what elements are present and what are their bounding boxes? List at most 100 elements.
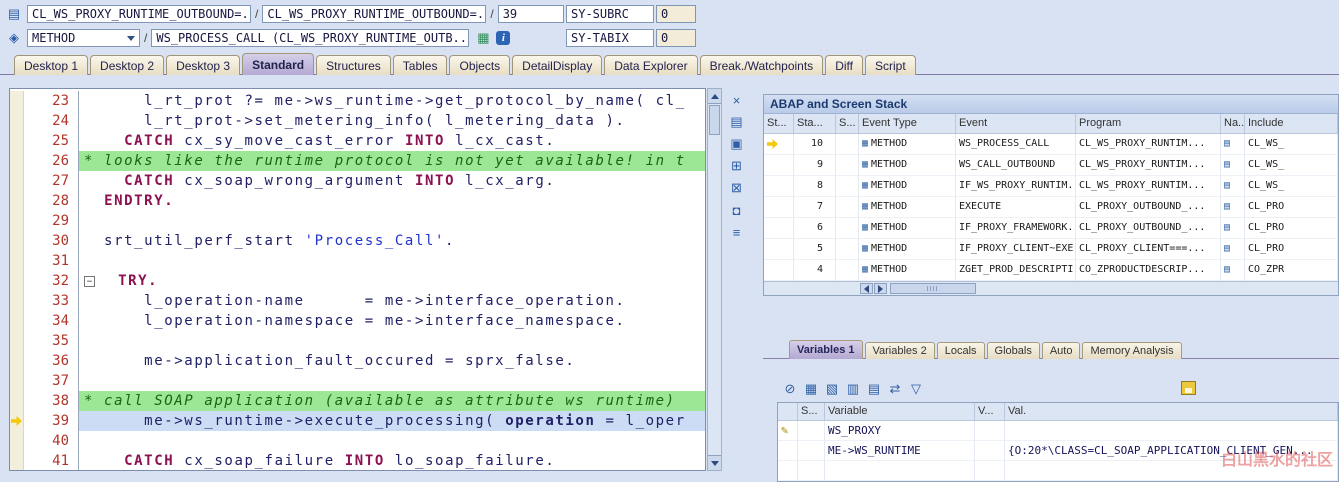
tab-desktop-1[interactable]: Desktop 1 [14,55,89,75]
code-line[interactable]: 32− TRY. [10,271,705,291]
tab-locals[interactable]: Locals [936,342,985,359]
tab-structures[interactable]: Structures [316,55,391,75]
breakpoint-margin[interactable] [10,251,24,271]
include-nav-icon[interactable]: ▤ [1224,260,1230,280]
table-contents-icon[interactable]: ▦ [475,30,491,46]
tab-standard[interactable]: Standard [242,53,315,75]
code-line[interactable]: 36 me->application_fault_occured = sprx_… [10,351,705,371]
code-line[interactable]: 33 l_operation-name = me->interface_oper… [10,291,705,311]
code-line[interactable]: 40 [10,431,705,451]
code-line[interactable]: 37 [10,371,705,391]
tab-memory-analysis[interactable]: Memory Analysis [1082,342,1182,359]
breakpoint-margin[interactable] [10,271,24,291]
variable-row[interactable]: ✎ WS_PROXY [778,421,1338,441]
tab-script[interactable]: Script [864,55,916,75]
code-line[interactable]: 25 CATCH cx_sy_move_cast_error INTO l_cx… [10,131,705,151]
code-line[interactable]: 23 l_rt_prot ?= me->ws_runtime->get_prot… [10,91,705,111]
tab-data-explorer[interactable]: Data Explorer [604,55,698,75]
breakpoint-margin[interactable] [10,411,24,431]
stack-row[interactable]: 4▦METHODZGET_PROD_DESCRIPTI...CO_ZPRODUC… [764,260,1338,281]
fold-marker[interactable]: − [84,275,95,287]
code-line[interactable]: 28 ENDTRY. [10,191,705,211]
breakpoint-margin[interactable] [10,331,24,351]
swap-icon[interactable]: ⇄ [886,381,904,397]
class-field-2[interactable]: CL_WS_PROXY_RUNTIME_OUTBOUND=... [262,5,487,23]
include-nav-icon[interactable]: ▤ [1224,134,1230,154]
delete-icon[interactable]: ⊘ [781,381,799,397]
table-view-icon[interactable]: ▦ [802,381,820,397]
code-line[interactable]: 41 CATCH cx_soap_failure INTO lo_soap_fa… [10,451,705,470]
scroll-right-button[interactable] [874,283,887,294]
include-nav-icon[interactable]: ▤ [1224,176,1230,196]
include-nav-icon[interactable]: ▤ [1224,155,1230,175]
save-layout-icon[interactable] [1181,381,1196,395]
stack-row[interactable]: 8 ▦ METHOD IF_WS_PROXY_RUNTIM... CL_WS_PROXY… [764,176,1338,197]
tab-variables-2[interactable]: Variables 2 [864,342,935,359]
stack-row[interactable]: 5▦METHODIF_PROXY_CLIENT~EXE...CL_PROXY_C… [764,239,1338,260]
code-line[interactable]: 35 [10,331,705,351]
table-save-icon[interactable]: ▥ [844,381,862,397]
close-icon[interactable]: × [728,92,745,108]
scrollbar-thumb[interactable] [709,105,720,135]
code-line[interactable]: 31 [10,251,705,271]
breakpoint-margin[interactable] [10,351,24,371]
stack-row[interactable]: 7 ▦ METHOD EXECUTE CL_PROXY_OUTBOUND_... ▤ CL_… [764,197,1338,218]
code-line[interactable]: 26 * looks like the runtime protocol is n… [10,151,705,171]
breakpoint-margin[interactable] [10,431,24,451]
code-line[interactable]: 38 * call SOAP application (available as … [10,391,705,411]
tab-detaildisplay[interactable]: DetailDisplay [512,55,603,75]
table-edit-icon[interactable]: ▧ [823,381,841,397]
tab-objects[interactable]: Objects [449,55,511,75]
tab-diff[interactable]: Diff [825,55,863,75]
code-line[interactable]: 24 l_rt_prot->set_metering_info( l_meter… [10,111,705,131]
include-nav-icon[interactable]: ▤ [1224,197,1230,217]
dropdown-arrow-icon[interactable] [127,35,135,41]
code-line[interactable]: 27 CATCH cx_soap_wrong_argument INTO l_c… [10,171,705,191]
info-icon[interactable]: i [496,31,511,45]
tab-variables-1[interactable]: Variables 1 [789,340,863,359]
stack-row[interactable]: 6 ▦ METHOD IF_PROXY_FRAMEWORK... CL_PROXY_OU… [764,218,1338,239]
scroll-left-button[interactable] [860,283,873,294]
delete-icon[interactable]: ⊠ [728,180,745,196]
scroll-down-button[interactable] [708,455,721,470]
breakpoint-margin[interactable] [10,311,24,331]
lock-icon[interactable]: ◘ [728,202,745,218]
breakpoint-margin[interactable] [10,111,24,131]
filter-icon[interactable]: ▽ [907,381,925,397]
event-name-field[interactable]: WS_PROCESS_CALL (CL_WS_PROXY_RUNTIME_OUT… [151,29,470,47]
breakpoint-margin[interactable] [10,91,24,111]
breakpoint-margin[interactable] [10,211,24,231]
code-line[interactable]: 34 l_operation-namespace = me->interface… [10,311,705,331]
tab-tables[interactable]: Tables [392,55,448,75]
code-line[interactable]: 29 [10,211,705,231]
breakpoint-margin[interactable] [10,291,24,311]
breakpoint-margin[interactable] [10,451,24,470]
include-nav-icon[interactable]: ▤ [1224,218,1230,238]
breakpoint-margin[interactable] [10,231,24,251]
display-more-icon[interactable]: ⊞ [728,158,745,174]
breakpoint-margin[interactable] [10,171,24,191]
line-number-field[interactable]: 39 [497,5,564,23]
code-editor[interactable]: 23 l_rt_prot ?= me->ws_runtime->get_prot… [9,88,706,471]
event-type-field[interactable]: METHOD [27,29,140,47]
breakpoint-margin[interactable] [10,151,24,171]
stack-row[interactable]: 10 ▦ METHOD WS_PROCESS_CALL CL_WS_PROXY_RUNT… [764,134,1338,155]
tab-desktop-3[interactable]: Desktop 3 [166,55,241,75]
stack-row[interactable]: 9 ▦ METHOD WS_CALL_OUTBOUND CL_WS_PROXY_RUNT… [764,155,1338,176]
stack-horizontal-scrollbar[interactable] [764,281,1338,295]
code-line[interactable]: 30 srt_util_perf_start 'Process_Call'. [10,231,705,251]
breakpoint-margin[interactable] [10,131,24,151]
breakpoint-margin[interactable] [10,371,24,391]
breakpoint-margin[interactable] [10,391,24,411]
copy-icon[interactable]: ▣ [728,136,745,152]
insert-columns-icon[interactable]: ▤ [865,381,883,397]
include-nav-icon[interactable]: ▤ [1224,239,1230,259]
scrollbar-thumb[interactable] [890,283,976,294]
structure-icon[interactable]: ≡ [728,224,745,240]
tab-break-watchpoints[interactable]: Break./Watchpoints [699,55,824,75]
tab-desktop-2[interactable]: Desktop 2 [90,55,165,75]
scroll-up-button[interactable] [708,89,721,104]
editor-vertical-scrollbar[interactable] [707,88,722,471]
breakpoint-margin[interactable] [10,191,24,211]
new-window-icon[interactable]: ▤ [728,114,745,130]
